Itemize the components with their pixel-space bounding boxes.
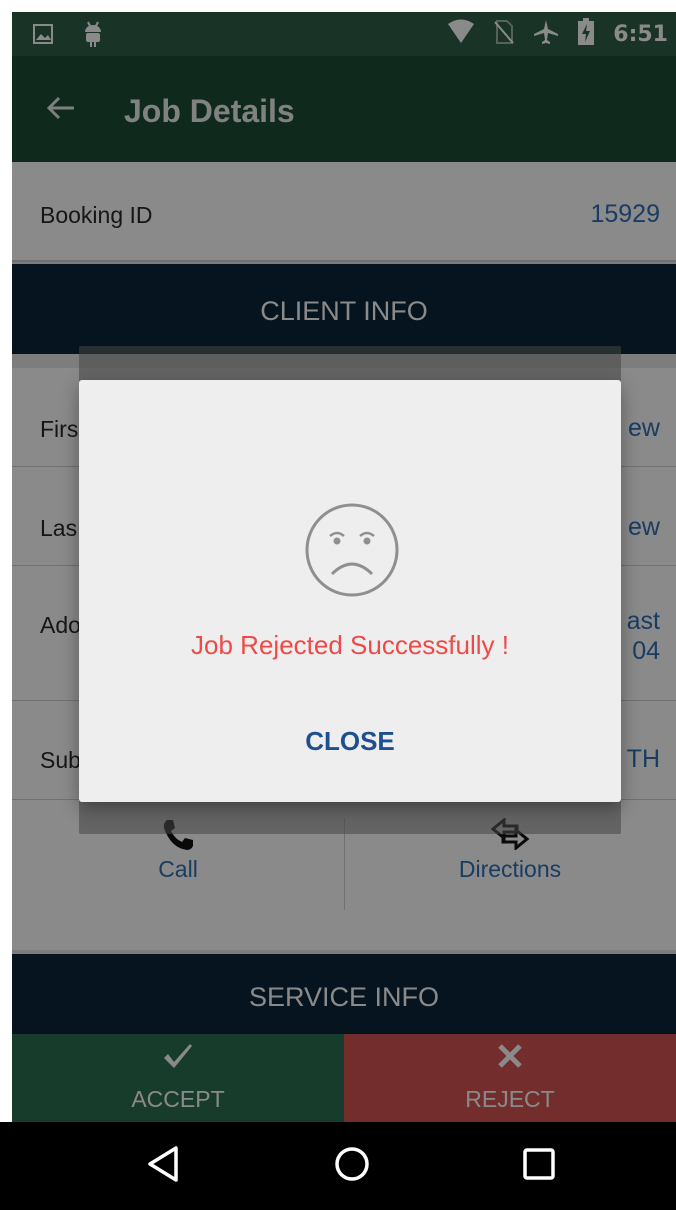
screen: 6:51 Job Details Booking ID 15929 CLIENT…	[0, 0, 676, 1210]
system-nav-bar	[0, 1122, 676, 1210]
dialog-message: Job Rejected Successfully !	[191, 630, 509, 660]
back-triangle-icon[interactable]	[146, 1144, 182, 1189]
recents-square-icon[interactable]	[522, 1144, 556, 1189]
close-button[interactable]: CLOSE	[79, 726, 621, 757]
rejection-dialog: Job Rejected Successfully ! CLOSE	[79, 380, 621, 802]
sad-face-icon	[304, 502, 400, 603]
home-circle-icon[interactable]	[332, 1144, 372, 1189]
